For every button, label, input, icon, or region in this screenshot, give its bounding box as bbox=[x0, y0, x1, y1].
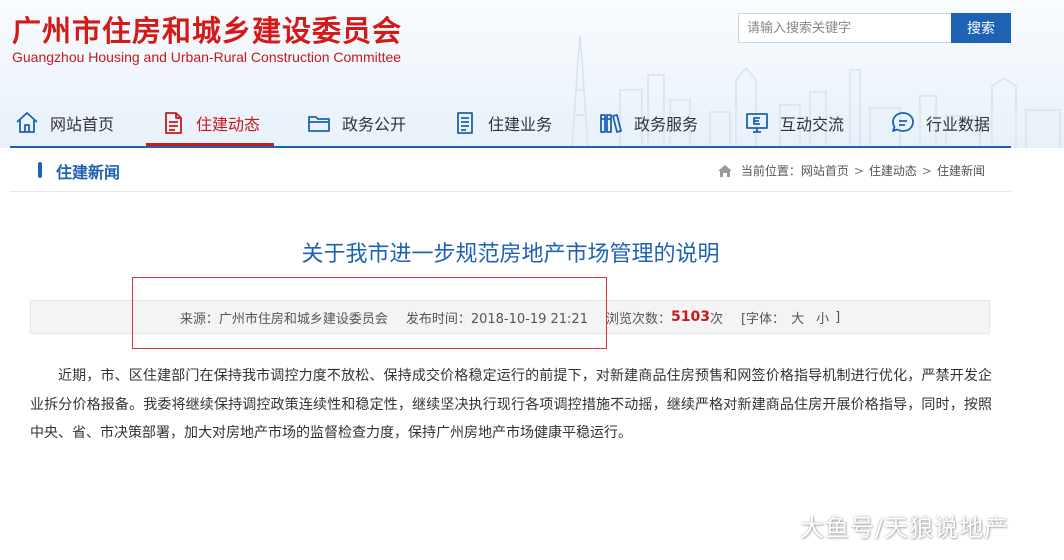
watermark-text: 大鱼号/天狼说地产 bbox=[800, 514, 1010, 542]
nav-item-public-affairs[interactable]: 政务公开 bbox=[306, 100, 406, 146]
nav-label: 住建业务 bbox=[488, 115, 553, 134]
article-title: 关于我市进一步规范房地产市场管理的说明 bbox=[301, 242, 720, 267]
main-nav: 网站首页 住建动态 政务公开 住建业务 政务服务 互动交流 行业数据 bbox=[0, 100, 1064, 146]
breadcrumb-separator: > bbox=[853, 163, 864, 178]
nav-label: 住建动态 bbox=[196, 115, 261, 134]
breadcrumb-link-news[interactable]: 住建动态 bbox=[869, 162, 917, 179]
chat-bubble-icon bbox=[892, 112, 914, 132]
nav-item-services[interactable]: 政务服务 bbox=[598, 100, 698, 146]
nav-label: 行业数据 bbox=[926, 115, 991, 134]
nav-label: 政务公开 bbox=[342, 115, 407, 134]
section-divider bbox=[10, 191, 1011, 192]
content-panel: 住建新闻 当前位置： 网站首页 > 住建动态 > 住建新闻 关于我市进一步规范房… bbox=[10, 148, 1011, 560]
document-icon bbox=[165, 112, 182, 134]
views-unit: 次 bbox=[709, 311, 723, 327]
section-title: 住建新闻 bbox=[56, 163, 121, 182]
views-label: 浏览次数： bbox=[605, 311, 671, 327]
views-count: 5103 bbox=[671, 309, 710, 325]
nav-item-interaction[interactable]: 互动交流 bbox=[744, 100, 844, 146]
highlight-annotation-box bbox=[132, 277, 607, 349]
home-icon bbox=[717, 164, 732, 177]
home-icon bbox=[16, 112, 38, 133]
folder-icon bbox=[308, 116, 330, 132]
books-icon bbox=[600, 114, 622, 133]
nav-item-home[interactable]: 网站首页 bbox=[14, 100, 114, 146]
nav-item-industry-data[interactable]: 行业数据 bbox=[890, 100, 990, 146]
nav-item-news[interactable]: 住建动态 bbox=[145, 100, 275, 146]
breadcrumb-separator: > bbox=[921, 163, 932, 178]
monitor-e-icon bbox=[746, 113, 768, 133]
nav-item-business[interactable]: 住建业务 bbox=[452, 100, 552, 146]
breadcrumb: 当前位置： 网站首页 > 住建动态 > 住建新闻 bbox=[717, 162, 985, 179]
font-size-small-button[interactable]: 小 bbox=[810, 308, 835, 327]
font-size-close: ] bbox=[835, 309, 841, 325]
breadcrumb-prefix: 当前位置： bbox=[740, 164, 801, 178]
nav-label: 网站首页 bbox=[50, 115, 115, 134]
breadcrumb-link-home[interactable]: 网站首页 bbox=[801, 162, 849, 179]
site-subtitle: Guangzhou Housing and Urban-Rural Constr… bbox=[12, 49, 402, 65]
nav-label: 互动交流 bbox=[780, 115, 845, 134]
article-body: 近期，市、区住建部门在保持我市调控力度不放松、保持成交价格稳定运行的前提下，对新… bbox=[30, 368, 992, 441]
clipboard-icon bbox=[457, 112, 473, 134]
site-header: 广州市住房和城乡建设委员会 Guangzhou Housing and Urba… bbox=[0, 0, 1064, 148]
breadcrumb-current[interactable]: 住建新闻 bbox=[937, 162, 985, 179]
font-size-label: [字体： bbox=[740, 311, 786, 327]
nav-label: 政务服务 bbox=[634, 115, 699, 134]
search-button[interactable]: 搜索 bbox=[951, 13, 1011, 43]
section-marker bbox=[38, 162, 42, 178]
font-size-large-button[interactable]: 大 bbox=[785, 308, 810, 327]
site-title: 广州市住房和城乡建设委员会 bbox=[12, 14, 403, 48]
search-input[interactable] bbox=[738, 13, 952, 43]
